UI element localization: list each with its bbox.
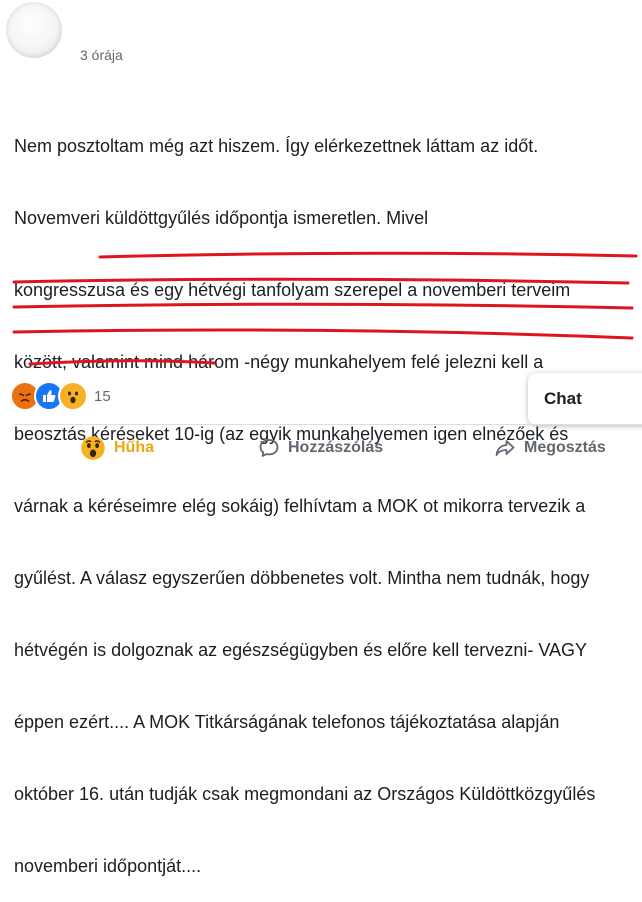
action-bar-divider <box>14 424 642 425</box>
comment-button-label: Hozzászólás <box>288 439 384 456</box>
post-text-line: között, valamint mind három -négy munkah… <box>14 352 544 372</box>
share-arrow-icon <box>494 437 516 459</box>
post-text-line: várnak a kéréseimre elég sokáig) felhívt… <box>14 496 586 516</box>
post-body: Nem posztoltam még azt hiszem. Így elérk… <box>14 86 642 902</box>
reaction-count[interactable]: 15 <box>94 388 111 405</box>
post-text-line: Novemveri küldöttgyűlés időpontja ismere… <box>14 208 429 228</box>
author-avatar[interactable] <box>6 2 62 58</box>
text-redaction <box>474 112 624 138</box>
post-text-line: hétvégén is dolgoznak az egészségügyben … <box>14 640 588 660</box>
wow-reaction-icon <box>58 381 88 411</box>
post-text-line: október 16. után tudják csak megmondani … <box>14 784 596 804</box>
post-text-line: kongresszusa és egy hétvégi tanfolyam sz… <box>14 280 571 300</box>
post-timestamp[interactable]: 3 órája <box>80 47 123 63</box>
post-text-line: gyűlést. A válasz egyszerűen döbbenetes … <box>14 568 590 588</box>
wow-face-icon <box>80 435 106 461</box>
share-button[interactable]: Megosztás <box>494 432 606 464</box>
wow-button-label: Hűha <box>114 439 154 456</box>
author-name-redacted <box>72 8 182 36</box>
comment-button[interactable]: Hozzászólás <box>258 432 383 464</box>
reaction-summary[interactable]: 15 <box>10 380 111 412</box>
post-text-line: novemberi időpontját.... <box>14 856 202 876</box>
wow-reaction-button[interactable]: Hűha <box>80 432 154 464</box>
share-button-label: Megosztás <box>524 439 606 456</box>
chat-button[interactable]: Chat <box>528 373 642 425</box>
post-text-line: éppen ezért.... A MOK Titkárságának tele… <box>14 712 560 732</box>
chat-label: Chat <box>544 389 582 408</box>
comment-bubble-icon <box>258 437 280 459</box>
